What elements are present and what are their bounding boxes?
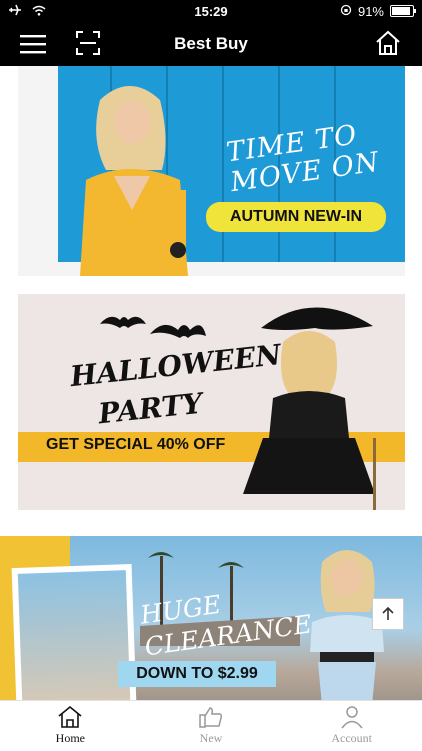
- banner-tag: DOWN TO $2.99: [118, 661, 276, 687]
- tab-label: Account: [331, 731, 372, 745]
- status-bar: 15:29 91%: [0, 0, 422, 22]
- app-bar: Best Buy: [0, 22, 422, 66]
- polaroid-inner: [17, 570, 131, 700]
- bat-icon: [100, 316, 206, 338]
- orientation-lock-icon: [340, 4, 352, 19]
- person-icon: [341, 706, 363, 729]
- wifi-icon: [32, 4, 46, 19]
- tab-label: Home: [55, 731, 85, 745]
- home-icon: [58, 705, 82, 728]
- tab-label: New: [199, 731, 223, 745]
- scroll-to-top-button[interactable]: [372, 598, 404, 630]
- model-witch-costume-image: [243, 307, 376, 510]
- banner-halloween[interactable]: HALLOWEEN PARTY GET SPECIAL 40% OFF: [18, 294, 405, 510]
- main-content: TIME TO MOVE ON AUTUMN NEW-IN HALLOWEEN …: [0, 66, 422, 700]
- home-icon[interactable]: [374, 29, 404, 59]
- tab-home[interactable]: Home: [0, 701, 141, 751]
- banner-clearance[interactable]: HUGE CLEARANCE DOWN TO $2.99: [0, 536, 422, 700]
- bottom-tab-bar: Home New Account: [0, 700, 422, 751]
- banner-tag: AUTUMN NEW-IN: [206, 202, 386, 232]
- battery-icon: [390, 5, 416, 17]
- arrow-up-icon: [382, 606, 394, 620]
- battery-percent: 91%: [357, 3, 384, 19]
- tab-new[interactable]: New: [141, 701, 282, 751]
- model-yellow-top-image: [80, 86, 188, 276]
- tab-account[interactable]: Account: [281, 701, 422, 751]
- thumbs-up-icon: [199, 707, 223, 728]
- banner-tag: GET SPECIAL 40% OFF: [46, 436, 226, 453]
- door-plank: [222, 66, 224, 262]
- banner-autumn[interactable]: TIME TO MOVE ON AUTUMN NEW-IN: [18, 66, 405, 276]
- airplane-icon: [8, 4, 22, 19]
- app-title: Best Buy: [174, 34, 248, 53]
